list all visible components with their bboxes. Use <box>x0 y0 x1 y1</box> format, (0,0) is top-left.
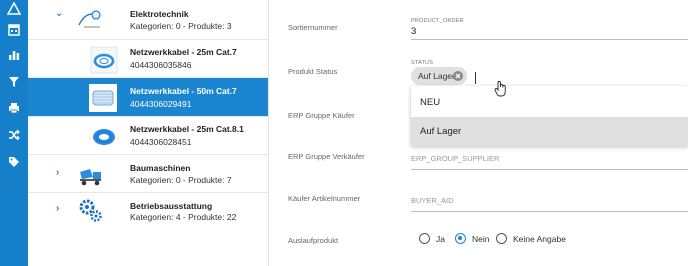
tree-item-subtitle: Kategorien: 0 - Produkte: 7 <box>130 175 232 185</box>
erp-group-supplier-input[interactable]: ERP_GROUP_SUPPLIER <box>411 150 688 170</box>
buyer-aid-placeholder: BUYER_AID <box>411 196 454 205</box>
label-sortiernummer: Sortiernummer <box>288 23 338 32</box>
hand-cursor-icon <box>494 80 508 98</box>
tree-item-title: Betriebsausstattung <box>130 201 213 211</box>
cement-mixer-icon <box>76 160 104 188</box>
status-dropdown: NEU Auf Lager <box>411 86 688 146</box>
chevron-down-icon[interactable]: ⌄ <box>55 8 63 19</box>
label-erp-gruppe-kaeufer: ERP Gruppe Käufer <box>288 111 355 120</box>
printer-icon[interactable] <box>7 101 21 115</box>
radio-circle[interactable] <box>496 233 507 244</box>
tree-item-subtitle: 4044306029491 <box>130 99 192 109</box>
tree-item-subtitle: Kategorien: 0 - Produkte: 3 <box>130 21 232 31</box>
calendar-icon[interactable] <box>7 23 21 37</box>
status-option-label: NEU <box>420 97 441 108</box>
erp-group-supplier-placeholder: ERP_GROUP_SUPPLIER <box>411 154 500 163</box>
tree-item-title: Elektrotechnik <box>130 9 189 19</box>
product-order-value: 3 <box>411 26 417 37</box>
blue-cable-icon <box>90 122 118 150</box>
tree-item-title: Netzwerkkabel - 50m Cat.7 <box>130 86 237 96</box>
tree-item-betriebsausstattung[interactable]: › Betriebsausstattung Kategorien: 4 - Pr… <box>28 193 268 227</box>
tree-item-subtitle: 4044306035846 <box>130 60 192 70</box>
text-caret <box>475 72 476 84</box>
status-option-label: Auf Lager <box>420 126 462 137</box>
tree-item-product-selected[interactable]: Netzwerkkabel - 50m Cat.7 4044306029491 <box>28 78 268 117</box>
status-chip-label: Auf Lager <box>418 71 455 81</box>
chevron-right-icon[interactable]: › <box>56 167 59 178</box>
status-chip[interactable]: Auf Lager <box>411 67 467 85</box>
radio-label: Keine Angabe <box>513 234 566 244</box>
remove-chip-icon[interactable] <box>453 71 463 81</box>
label-produkt-status: Produkt Status <box>288 67 338 76</box>
radio-circle-selected[interactable] <box>455 233 466 244</box>
label-erp-gruppe-verkaeufer: ERP Gruppe Verkäufer <box>288 152 365 161</box>
buyer-aid-input[interactable]: BUYER_AID <box>411 192 688 212</box>
tree-item-product[interactable]: Netzwerkkabel - 25m Cat.8.1 404430602845… <box>28 117 268 155</box>
gears-icon <box>76 196 104 224</box>
tree-item-title: Netzwerkkabel - 25m Cat.7 <box>130 47 237 57</box>
product-order-field[interactable]: PRODUCT_ORDER 3 <box>411 16 688 40</box>
product-order-field-label: PRODUCT_ORDER <box>411 18 464 24</box>
tree-item-subtitle: Kategorien: 4 - Produkte: 22 <box>130 212 237 222</box>
warning-icon[interactable] <box>7 2 21 16</box>
status-field-label: STATUS <box>411 60 434 66</box>
chevron-right-icon[interactable]: › <box>56 203 59 214</box>
radio-label: Ja <box>436 234 445 244</box>
tree-item-title: Baumaschinen <box>130 163 191 173</box>
tree-item-elektrotechnik[interactable]: ⌄ Elektrotechnik Kategorien: 0 - Produkt… <box>28 0 268 40</box>
funnel-icon[interactable] <box>7 75 21 89</box>
blue-cable-icon <box>90 46 118 74</box>
icon-rail <box>0 0 28 266</box>
radio-label: Nein <box>472 234 490 244</box>
tag-icon[interactable] <box>7 155 21 169</box>
tree-item-subtitle: 4044306028451 <box>130 137 192 147</box>
radio-circle[interactable] <box>419 233 430 244</box>
tree-item-baumaschinen[interactable]: › Baumaschinen Kategorien: 0 - Produkte:… <box>28 155 268 193</box>
bar-chart-icon[interactable] <box>7 48 21 62</box>
tree-item-title: Netzwerkkabel - 25m Cat.8.1 <box>130 124 244 134</box>
cable-reel-icon <box>76 5 104 33</box>
category-tree: ⌄ Elektrotechnik Kategorien: 0 - Produkt… <box>28 0 269 266</box>
tree-item-product[interactable]: Netzwerkkabel - 25m Cat.7 4044306035846 <box>28 40 268 78</box>
status-option-auf-lager[interactable]: Auf Lager <box>411 117 688 146</box>
status-option-neu[interactable]: NEU <box>411 88 688 117</box>
label-auslaufprodukt: Auslaufprodukt <box>288 236 339 245</box>
cable-drum-icon <box>88 83 118 113</box>
shuffle-icon[interactable] <box>7 128 21 142</box>
label-kaeufer-artikelnummer: Käufer Artikelnummer <box>288 194 361 203</box>
product-form: Sortiernummer PRODUCT_ORDER 3 Produkt St… <box>268 0 688 266</box>
